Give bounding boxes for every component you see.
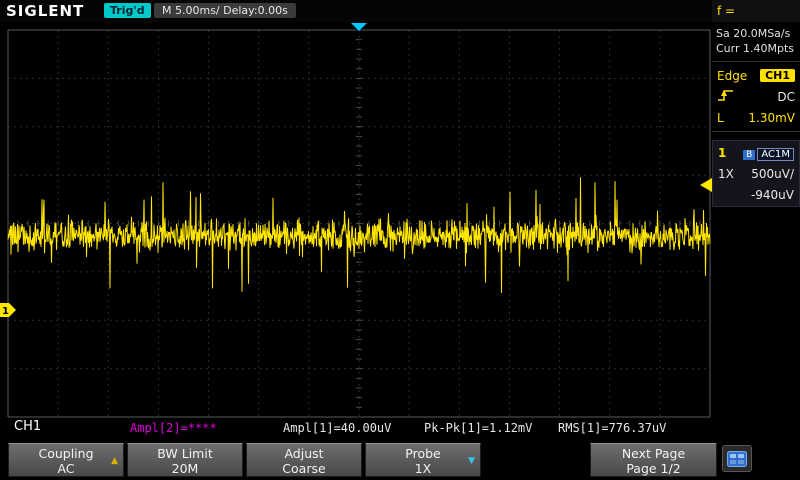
trigger-level-marker[interactable] <box>700 178 712 192</box>
probe-arrow-icon: ▼ <box>468 454 475 469</box>
softkey-next-page[interactable]: Next Page Page 1/2 <box>590 443 717 477</box>
channel-scale-row: 1X 500uV/ <box>713 163 799 184</box>
memory-depth: Curr 1.40Mpts <box>716 41 796 56</box>
trigger-type-label: Edge <box>717 69 747 83</box>
softkey-label: Next Page <box>591 446 716 461</box>
channel-offset-row: -940uV <box>713 184 799 205</box>
softkey-menu-bar: Coupling AC ▲ BW Limit 20M Adjust Coarse… <box>0 440 800 480</box>
softkey-probe[interactable]: Probe 1X ▼ <box>365 443 481 477</box>
timebase-readout[interactable]: M 5.00ms/ Delay:0.00s <box>154 3 296 18</box>
softkey-label: Coupling <box>9 446 123 461</box>
probe-attenuation: 1X <box>718 167 734 181</box>
sidebar: Sa 20.0MSa/s Curr 1.40Mpts Edge CH1 DC L… <box>712 22 800 440</box>
rising-edge-icon <box>717 88 735 105</box>
active-menu-label: CH1 <box>14 419 41 434</box>
trigger-type-row: Edge CH1 <box>712 65 800 86</box>
softkey-value: Page 1/2 <box>591 461 716 476</box>
graticule <box>8 30 710 417</box>
measurement-rms-ch1: RMS[1]=776.37uV <box>558 421 666 435</box>
channel-offset: -940uV <box>751 188 794 202</box>
display-grid-icon <box>727 451 747 467</box>
trigger-status-badge: Trig'd <box>104 3 151 18</box>
trigger-slope-row: DC <box>712 86 800 107</box>
softkey-label: BW Limit <box>128 446 242 461</box>
softkey-value: 1X <box>366 461 480 476</box>
softkey-coupling[interactable]: Coupling AC ▲ <box>8 443 124 477</box>
menu-extra-button[interactable] <box>722 445 752 472</box>
measurement-pkpk-ch1: Pk-Pk[1]=1.12mV <box>424 421 532 435</box>
channel-badges: BAC1M <box>743 146 794 160</box>
bw-limit-badge: B <box>743 150 755 160</box>
softkey-bw-limit[interactable]: BW Limit 20M <box>127 443 243 477</box>
sample-rate: Sa 20.0MSa/s <box>716 26 796 41</box>
softkey-adjust[interactable]: Adjust Coarse <box>246 443 362 477</box>
scope-display: 1 <box>0 22 712 418</box>
measurement-ampl-ch1: Ampl[1]=40.00uV <box>283 421 391 435</box>
coupling-arrow-icon: ▲ <box>111 454 118 469</box>
softkey-value: 20M <box>128 461 242 476</box>
softkey-value: Coarse <box>247 461 361 476</box>
channel-id-row: 1 BAC1M <box>713 142 799 163</box>
measurement-ampl-ch2: Ampl[2]=**** <box>130 421 217 435</box>
trigger-level-label: L <box>717 111 724 125</box>
softkey-label: Adjust <box>247 446 361 461</box>
top-status-bar: SIGLENT Trig'd M 5.00ms/ Delay:0.00s f =… <box>0 0 800 22</box>
channel-number: 1 <box>718 146 726 160</box>
trigger-coupling: DC <box>777 90 795 104</box>
acquisition-info: Sa 20.0MSa/s Curr 1.40Mpts <box>712 22 800 58</box>
divider <box>712 131 800 132</box>
softkey-value: AC <box>9 461 123 476</box>
oscilloscope-screen: SIGLENT Trig'd M 5.00ms/ Delay:0.00s f =… <box>0 0 800 480</box>
brand-logo: SIGLENT <box>6 2 84 20</box>
channel-descriptor[interactable]: 1 BAC1M 1X 500uV/ -940uV <box>712 140 800 207</box>
frequency-counter: f = 74.4251Hz <box>712 0 800 22</box>
trigger-source-badge[interactable]: CH1 <box>760 69 795 82</box>
divider <box>712 61 800 62</box>
softkey-label: Probe <box>366 446 480 461</box>
coupling-badge: AC1M <box>757 148 794 161</box>
channel1-ground-label: 1 <box>2 306 9 317</box>
volts-per-div: 500uV/ <box>751 167 794 181</box>
trigger-level-row: L 1.30mV <box>712 107 800 128</box>
trigger-level-value: 1.30mV <box>748 111 795 125</box>
